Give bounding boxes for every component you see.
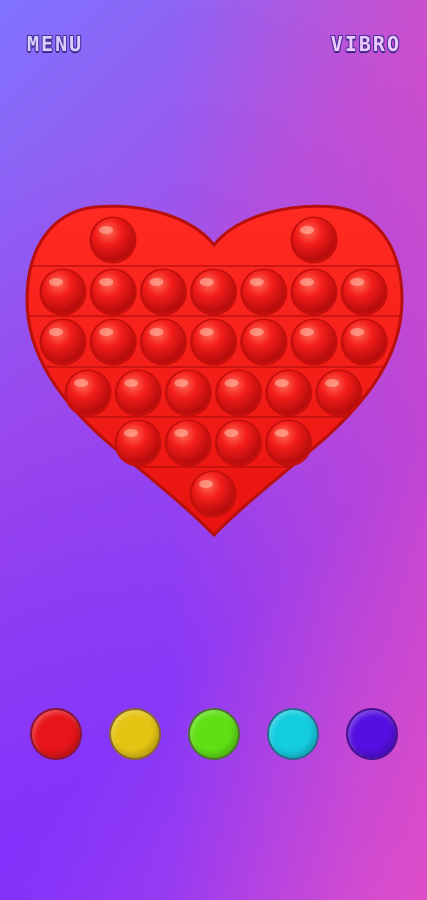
bubble-r3-c2[interactable] — [167, 371, 210, 413]
bubble-r3-c0[interactable] — [67, 371, 109, 413]
bubble-r1-c5[interactable] — [293, 270, 335, 312]
bubble-highlight — [74, 379, 88, 387]
bubble-highlight — [124, 429, 138, 437]
bubble-r1-c1[interactable] — [92, 270, 135, 312]
bubble-highlight — [149, 328, 164, 336]
bubble-r2-c5[interactable] — [293, 320, 335, 362]
bubble-highlight — [249, 328, 264, 336]
bubble-r3-c3[interactable] — [217, 371, 260, 413]
color-swatch-cyan[interactable] — [267, 708, 319, 760]
color-picker — [0, 708, 427, 764]
bubble-r1-c3[interactable] — [192, 270, 235, 312]
bubble-r2-c6[interactable] — [343, 320, 386, 362]
bubble-highlight — [249, 278, 264, 286]
bubble-highlight — [199, 328, 214, 336]
bubble-r4-c1[interactable] — [167, 421, 210, 463]
bubble-highlight — [274, 429, 289, 437]
bubble-highlight — [99, 226, 113, 234]
color-swatch-yellow[interactable] — [109, 708, 161, 760]
bubble-highlight — [99, 278, 114, 286]
bubble-highlight — [174, 429, 189, 437]
bubble-highlight — [124, 379, 139, 387]
bubble-r1-c2[interactable] — [142, 270, 185, 312]
bubble-highlight — [350, 328, 365, 336]
bubble-highlight — [300, 328, 314, 336]
bubble-highlight — [224, 379, 239, 387]
bubble-r0-c0[interactable] — [92, 218, 134, 260]
bubble-r4-c2[interactable] — [217, 421, 260, 463]
bubble-highlight — [149, 278, 164, 286]
bubble-highlight — [300, 278, 314, 286]
bubble-r2-c3[interactable] — [192, 320, 235, 362]
color-swatch-green[interactable] — [188, 708, 240, 760]
bubble-r3-c4[interactable] — [267, 371, 310, 413]
bubble-r2-c4[interactable] — [242, 320, 285, 362]
bubble-r4-c3[interactable] — [267, 421, 310, 463]
bubble-r5-c0[interactable] — [192, 472, 234, 514]
bubble-r1-c6[interactable] — [343, 270, 386, 312]
bubble-highlight — [199, 278, 214, 286]
bubble-r0-c1[interactable] — [293, 218, 335, 260]
bubble-r1-c0[interactable] — [42, 270, 84, 312]
bubble-r2-c0[interactable] — [42, 320, 84, 362]
bubble-highlight — [300, 226, 314, 234]
popit-board — [25, 204, 404, 538]
bubble-highlight — [49, 328, 63, 336]
bubble-highlight — [274, 379, 289, 387]
bubble-highlight — [99, 328, 114, 336]
color-swatch-violet[interactable] — [346, 708, 398, 760]
bubble-highlight — [325, 379, 339, 387]
bubble-r1-c4[interactable] — [242, 270, 285, 312]
bubble-highlight — [224, 429, 239, 437]
bubble-r4-c0[interactable] — [117, 421, 159, 463]
bubble-r3-c5[interactable] — [318, 371, 360, 413]
bubble-r2-c2[interactable] — [142, 320, 185, 362]
color-swatch-red[interactable] — [30, 708, 82, 760]
bubble-highlight — [174, 379, 189, 387]
bubble-highlight — [350, 278, 365, 286]
bubble-highlight — [49, 278, 63, 286]
bubble-r2-c1[interactable] — [92, 320, 135, 362]
bubble-highlight — [199, 480, 213, 488]
bubble-r3-c1[interactable] — [117, 371, 160, 413]
